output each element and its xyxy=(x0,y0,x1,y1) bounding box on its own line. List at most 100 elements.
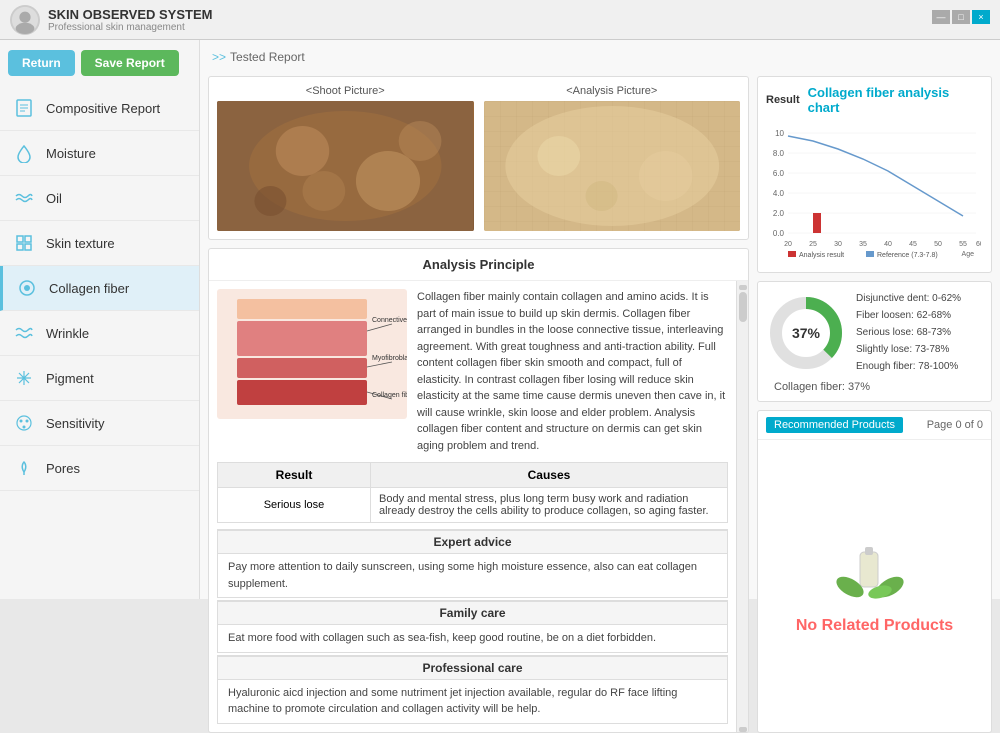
family-care-section: Family care Eat more food with collagen … xyxy=(217,600,728,653)
sidebar-item-compositive[interactable]: Compositive Report xyxy=(0,86,199,131)
app-title: SKIN OBSERVED SYSTEM xyxy=(48,7,212,22)
svg-text:Reference (7.3-7.8): Reference (7.3-7.8) xyxy=(877,252,938,259)
donut-area: 37% Disjunctive dent: 0-62% Fiber loosen… xyxy=(766,290,983,375)
collagen-chart: 10 8.0 6.0 4.0 2.0 0.0 xyxy=(766,121,981,261)
svg-text:Age: Age xyxy=(962,251,975,258)
svg-text:20: 20 xyxy=(784,241,792,248)
analysis-title: Analysis Principle xyxy=(209,249,748,281)
products-page: Page 0 of 0 xyxy=(927,419,983,431)
breadcrumb-page: Tested Report xyxy=(230,50,305,64)
close-button[interactable]: × xyxy=(972,10,990,24)
left-panel: <Shoot Picture> xyxy=(208,76,749,733)
drop-icon xyxy=(12,141,36,165)
maximize-button[interactable]: □ xyxy=(952,10,970,24)
chart-result-label: Result xyxy=(766,94,800,106)
sidebar-item-pores-label: Pores xyxy=(46,461,80,476)
svg-text:50: 50 xyxy=(934,241,942,248)
analysis-picture-box: <Analysis Picture> xyxy=(484,85,741,231)
sidebar-item-pores[interactable]: Pores xyxy=(0,446,199,491)
collagen-percent-label: Collagen fiber: 37% xyxy=(766,381,870,393)
content-panels: <Shoot Picture> xyxy=(208,76,992,733)
right-panel: Result Collagen fiber analysis chart 10 … xyxy=(757,76,992,733)
result-value: Serious lose xyxy=(218,488,371,523)
app-logo xyxy=(10,5,40,35)
sidebar-buttons: Return Save Report xyxy=(0,40,199,86)
svg-text:4.0: 4.0 xyxy=(773,189,785,198)
svg-text:0.0: 0.0 xyxy=(773,229,785,238)
wave2-icon xyxy=(12,321,36,345)
return-button[interactable]: Return xyxy=(8,50,75,76)
main-layout: Return Save Report Compositive Report Mo… xyxy=(0,40,1000,599)
causes-header: Causes xyxy=(371,463,728,488)
analysis-image xyxy=(484,101,741,231)
svg-text:Myofibroblasts: Myofibroblasts xyxy=(372,355,407,362)
products-label: Recommended Products xyxy=(766,417,903,433)
shoot-picture-box: <Shoot Picture> xyxy=(217,85,474,231)
collagen-info: 37% Disjunctive dent: 0-62% Fiber loosen… xyxy=(757,281,992,402)
analysis-body: Connective tissue Myofibroblasts Collage… xyxy=(209,281,736,462)
sensitivity-icon xyxy=(12,411,36,435)
sidebar-item-collagen-fiber[interactable]: Collagen fiber xyxy=(0,266,199,311)
svg-text:2.0: 2.0 xyxy=(773,209,785,218)
shoot-image xyxy=(217,101,474,231)
doc-icon xyxy=(12,96,36,120)
wave-icon xyxy=(12,186,36,210)
expert-advice-section: Expert advice Pay more attention to dail… xyxy=(217,529,728,598)
svg-text:45: 45 xyxy=(909,241,917,248)
sidebar-item-moisture-label: Moisture xyxy=(46,146,96,161)
products-box: Recommended Products Page 0 of 0 xyxy=(757,410,992,733)
expert-advice-content: Pay more attention to daily sunscreen, u… xyxy=(218,554,727,597)
images-row: <Shoot Picture> xyxy=(208,76,749,240)
pores-icon xyxy=(12,456,36,480)
sidebar-item-compositive-label: Compositive Report xyxy=(46,101,160,116)
sidebar-item-wrinkle[interactable]: Wrinkle xyxy=(0,311,199,356)
svg-text:55: 55 xyxy=(959,241,967,248)
sidebar-item-skin-texture[interactable]: Skin texture xyxy=(0,221,199,266)
legend-item-4: Enough fiber: 78-100% xyxy=(856,358,961,375)
legend-item-2: Serious lose: 68-73% xyxy=(856,324,961,341)
chart-header: Result Collagen fiber analysis chart xyxy=(766,85,983,115)
svg-text:6.0: 6.0 xyxy=(773,169,785,178)
sidebar-item-moisture[interactable]: Moisture xyxy=(0,131,199,176)
title-bar: SKIN OBSERVED SYSTEM Professional skin m… xyxy=(0,0,1000,40)
analysis-combined: Analysis Principle xyxy=(208,248,749,733)
collagen-icon xyxy=(15,276,39,300)
family-care-content: Eat more food with collagen such as sea-… xyxy=(218,625,727,652)
scroll-thumb[interactable] xyxy=(739,292,747,322)
svg-text:35: 35 xyxy=(859,241,867,248)
sidebar-item-pigment[interactable]: Pigment xyxy=(0,356,199,401)
svg-text:10: 10 xyxy=(775,129,784,138)
sidebar-item-oil[interactable]: Oil xyxy=(0,176,199,221)
sidebar-item-sensitivity[interactable]: Sensitivity xyxy=(0,401,199,446)
svg-text:60: 60 xyxy=(976,241,981,248)
causes-value: Body and mental stress, plus long term b… xyxy=(371,488,728,523)
snowflake-icon xyxy=(12,366,36,390)
professional-care-title: Professional care xyxy=(218,656,727,680)
sidebar-item-skin-texture-label: Skin texture xyxy=(46,236,115,251)
scroll-bar[interactable] xyxy=(736,281,748,732)
result-header: Result xyxy=(218,463,371,488)
minimize-button[interactable]: — xyxy=(932,10,950,24)
no-products-area: No Related Products xyxy=(758,440,991,732)
content-area: >> Tested Report <Shoot Picture> xyxy=(200,40,1000,599)
expert-advice-title: Expert advice xyxy=(218,530,727,554)
sidebar: Return Save Report Compositive Report Mo… xyxy=(0,40,200,599)
collagen-legend: Disjunctive dent: 0-62% Fiber loosen: 62… xyxy=(856,290,961,375)
legend-item-1: Fiber loosen: 62-68% xyxy=(856,307,961,324)
sidebar-item-collagen-label: Collagen fiber xyxy=(49,281,129,296)
save-report-button[interactable]: Save Report xyxy=(81,50,179,76)
chart-box: Result Collagen fiber analysis chart 10 … xyxy=(757,76,992,273)
professional-care-content: Hyaluronic aicd injection and some nutri… xyxy=(218,680,727,723)
svg-text:Collagen fiber: Collagen fiber xyxy=(372,392,407,399)
sidebar-item-sensitivity-label: Sensitivity xyxy=(46,416,105,431)
shoot-label: <Shoot Picture> xyxy=(306,85,385,97)
svg-text:25: 25 xyxy=(809,241,817,248)
svg-text:40: 40 xyxy=(884,241,892,248)
grid-icon xyxy=(12,231,36,255)
breadcrumb: >> Tested Report xyxy=(208,48,992,68)
analysis-diagram: Connective tissue Myofibroblasts Collage… xyxy=(217,289,407,419)
legend-item-3: Slightly lose: 73-78% xyxy=(856,341,961,358)
legend-item-0: Disjunctive dent: 0-62% xyxy=(856,290,961,307)
donut-percentage: 37% xyxy=(792,325,820,341)
products-header: Recommended Products Page 0 of 0 xyxy=(758,411,991,440)
